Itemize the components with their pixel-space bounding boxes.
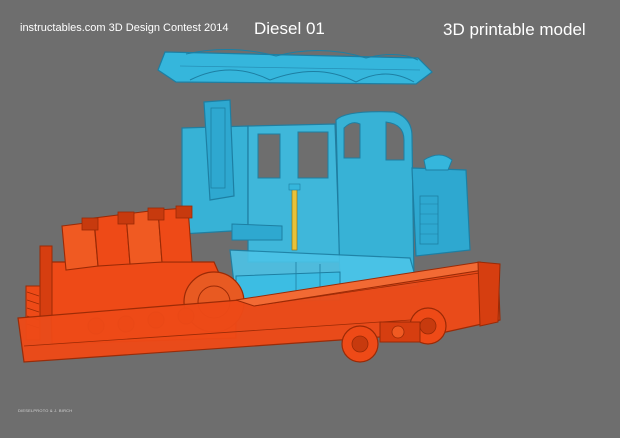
locomotive-render	[17, 49, 501, 363]
poster: instructables.com 3D Design Contest 2014…	[0, 0, 620, 438]
credit-text: DIESELPROTO & J. BIRCH	[18, 408, 73, 413]
roof-panel	[157, 49, 433, 85]
